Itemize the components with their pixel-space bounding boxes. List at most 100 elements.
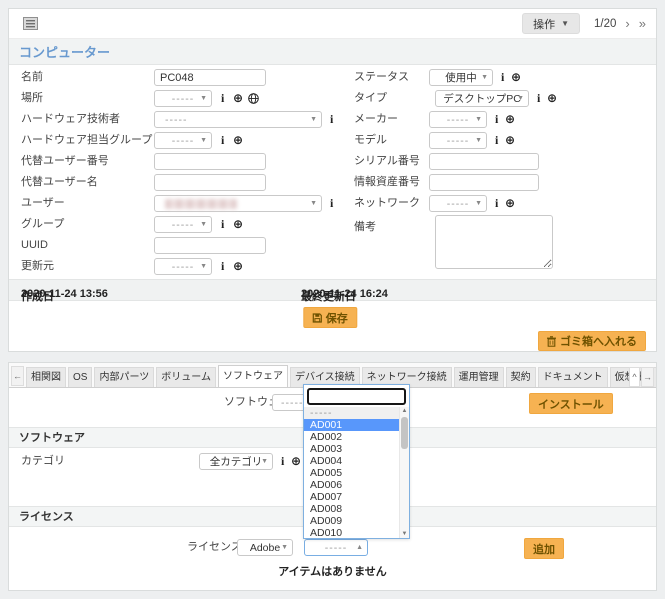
info-icon[interactable]: i — [221, 134, 224, 147]
add-icon[interactable]: ⊕ — [233, 260, 243, 273]
caret-down-icon: ▼ — [561, 19, 569, 28]
add-icon[interactable]: ⊕ — [291, 455, 301, 468]
next-page-button[interactable]: › — [625, 17, 629, 30]
info-icon[interactable]: i — [330, 113, 333, 126]
add-icon[interactable]: ⊕ — [547, 92, 557, 105]
tab-volume[interactable]: ボリューム — [156, 367, 216, 387]
add-icon[interactable]: ⊕ — [233, 92, 243, 105]
add-icon[interactable]: ⊕ — [511, 71, 521, 84]
caret-down-icon: ▼ — [200, 137, 207, 144]
actions-menu-button[interactable]: 操作 ▼ — [522, 13, 580, 34]
page-title[interactable]: コンピューター — [19, 42, 110, 61]
dropdown-option-ad007[interactable]: AD007 — [304, 491, 399, 503]
license-item-select[interactable]: ----- ▲ — [304, 539, 368, 556]
tab-scroll-right-button[interactable]: → — [641, 367, 654, 387]
info-icon[interactable]: i — [221, 218, 224, 231]
update-source-label: 更新元 — [21, 258, 54, 275]
tab-os[interactable]: OS — [68, 367, 92, 387]
update-source-select-value: ----- — [172, 261, 194, 273]
hw-tech-label: ハードウェア技術者 — [21, 111, 120, 128]
add-icon[interactable]: ⊕ — [233, 134, 243, 147]
hw-tech-select-value: ----- — [165, 114, 187, 126]
update-source-select[interactable]: ----- ▼ — [154, 258, 212, 275]
dropdown-option-ad006[interactable]: AD006 — [304, 479, 399, 491]
type-select-value: デスクトップPC — [443, 91, 521, 106]
empty-list-message: アイテムはありません — [9, 563, 656, 579]
pagination-indicator: 1/20 — [594, 18, 616, 30]
tab-scroll-left-button[interactable]: ← — [11, 366, 24, 386]
category-select-value: 全カテゴリ — [210, 454, 263, 469]
tab-document[interactable]: ドキュメント — [538, 367, 608, 387]
dropdown-option-ad002[interactable]: AD002 — [304, 431, 399, 443]
name-input[interactable] — [154, 69, 266, 86]
dropdown-search-input[interactable] — [307, 388, 406, 405]
caret-down-icon: ▼ — [310, 200, 317, 207]
caret-down-icon: ▼ — [200, 221, 207, 228]
add-icon[interactable]: ⊕ — [505, 134, 515, 147]
dropdown-option-ad001[interactable]: AD001 — [304, 419, 399, 431]
user-select[interactable]: ▼ — [154, 195, 322, 212]
install-button[interactable]: インストール — [529, 393, 613, 414]
add-icon[interactable]: ⊕ — [233, 218, 243, 231]
hw-group-select[interactable]: ----- ▼ — [154, 132, 212, 149]
location-select[interactable]: ----- ▼ — [154, 90, 212, 107]
dropdown-option-ad010[interactable]: AD010 — [304, 527, 399, 538]
alt-user-name-input[interactable] — [154, 174, 266, 191]
status-select[interactable]: 使用中 ▼ — [429, 69, 493, 86]
alt-user-no-input[interactable] — [154, 153, 266, 170]
serial-label: シリアル番号 — [354, 153, 420, 170]
license-vendor-select[interactable]: Adobe ▼ — [237, 539, 293, 556]
dropdown-scrollbar[interactable]: ▲ ▼ — [399, 407, 409, 538]
save-button[interactable]: 保存 — [303, 307, 357, 328]
info-icon[interactable]: i — [495, 134, 498, 147]
location-label: 場所 — [21, 90, 43, 107]
dropdown-option-ad005[interactable]: AD005 — [304, 467, 399, 479]
maker-select[interactable]: ----- ▼ — [429, 111, 487, 128]
uuid-input[interactable] — [154, 237, 266, 254]
notes-textarea[interactable] — [435, 215, 553, 269]
info-icon[interactable]: i — [537, 92, 540, 105]
network-select[interactable]: ----- ▼ — [429, 195, 487, 212]
info-icon[interactable]: i — [221, 260, 224, 273]
globe-icon[interactable] — [248, 93, 259, 104]
group-select[interactable]: ----- ▼ — [154, 216, 212, 233]
screen: 操作 ▼ 1/20 › » コンピューター 名前 場所 ----- ▼ i ⊕ — [0, 0, 665, 599]
name-label: 名前 — [21, 69, 43, 86]
tab-internal-parts[interactable]: 内部パーツ — [94, 367, 154, 387]
dropdown-option-ad004[interactable]: AD004 — [304, 455, 399, 467]
tab-operation-management[interactable]: 運用管理 — [454, 367, 504, 387]
type-select[interactable]: デスクトップPC ▼ — [435, 90, 529, 107]
add-icon[interactable]: ⊕ — [505, 197, 515, 210]
meta-band: 作成日 2020-11-24 13:56 最終更新日 2020-11-24 16… — [9, 279, 656, 301]
scrollbar-up-icon[interactable]: ▲ — [400, 408, 409, 414]
list-view-button[interactable] — [19, 15, 41, 33]
model-select[interactable]: ----- ▼ — [429, 132, 487, 149]
tab-soukanzu[interactable]: 相関図 — [26, 367, 66, 387]
dropdown-option-ad009[interactable]: AD009 — [304, 515, 399, 527]
info-icon[interactable]: i — [495, 113, 498, 126]
serial-input[interactable] — [429, 153, 539, 170]
category-select[interactable]: 全カテゴリ ▼ — [199, 453, 273, 470]
dropdown-option-ad008[interactable]: AD008 — [304, 503, 399, 515]
info-icon[interactable]: i — [501, 71, 504, 84]
add-icon[interactable]: ⊕ — [505, 113, 515, 126]
license-vendor-value: Adobe — [250, 542, 280, 554]
info-icon[interactable]: i — [281, 455, 284, 468]
caret-down-icon: ▼ — [261, 458, 268, 465]
hw-tech-select[interactable]: ----- ▼ — [154, 111, 322, 128]
last-page-button[interactable]: » — [639, 17, 646, 30]
dropdown-option-ad003[interactable]: AD003 — [304, 443, 399, 455]
info-icon[interactable]: i — [495, 197, 498, 210]
info-icon[interactable]: i — [221, 92, 224, 105]
tab-contract[interactable]: 契約 — [506, 367, 536, 387]
trash-button[interactable]: ゴミ箱へ入れる — [538, 331, 646, 351]
dropdown-option-blank[interactable]: ----- — [304, 407, 399, 419]
info-icon[interactable]: i — [330, 197, 333, 210]
location-select-value: ----- — [172, 93, 194, 105]
scrollbar-thumb[interactable] — [401, 417, 408, 449]
asset-no-input[interactable] — [429, 174, 539, 191]
tab-software[interactable]: ソフトウェア — [218, 365, 288, 387]
computer-detail-panel: 操作 ▼ 1/20 › » コンピューター 名前 場所 ----- ▼ i ⊕ — [8, 8, 657, 352]
scrollbar-down-icon[interactable]: ▼ — [400, 531, 409, 537]
add-license-button[interactable]: 追加 — [524, 538, 564, 559]
